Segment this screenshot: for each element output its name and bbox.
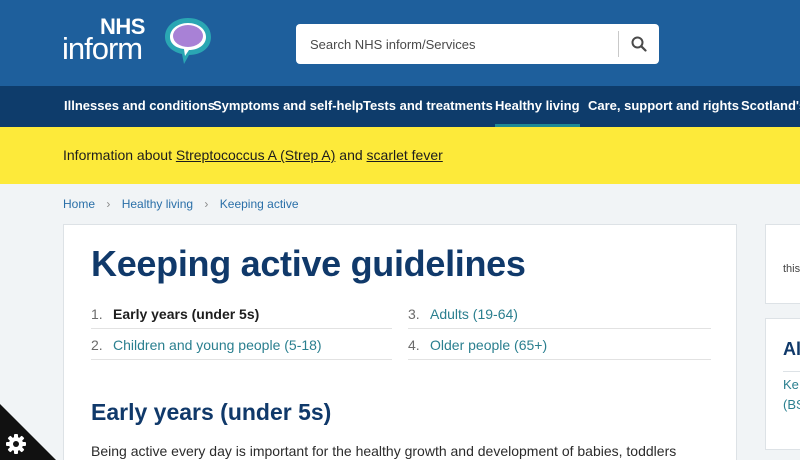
sidebar-link[interactable]: Ke <box>783 377 799 392</box>
toc-number: 3. <box>408 306 420 322</box>
toc-label: Early years (under 5s) <box>113 306 260 322</box>
sidebar-card: this <box>765 224 800 304</box>
main-content-card: Keeping active guidelines 1. Early years… <box>63 224 737 460</box>
page-title: Keeping active guidelines <box>91 243 526 284</box>
alert-banner: Information about Streptococcus A (Strep… <box>0 127 800 184</box>
search-box <box>296 24 659 64</box>
scarlet-fever-link[interactable]: scarlet fever <box>367 147 443 163</box>
alert-text: Information about Streptococcus A (Strep… <box>63 147 443 163</box>
main-nav: Illnesses and conditions Symptoms and se… <box>0 86 800 127</box>
gear-icon <box>6 434 26 454</box>
toc-number: 1. <box>91 306 103 322</box>
nav-item-care-support[interactable]: Care, support and rights <box>588 86 739 127</box>
toc-item-early-years: 1. Early years (under 5s) <box>91 298 392 329</box>
nhs-inform-logo[interactable]: NHS inform <box>62 14 212 66</box>
toc-link[interactable]: Older people (65+) <box>430 337 547 353</box>
toc-number: 2. <box>91 337 103 353</box>
sidebar-card-title: Al <box>783 339 800 359</box>
nav-item-scotlands[interactable]: Scotland's <box>741 86 800 127</box>
speech-bubble-icon <box>165 18 211 64</box>
breadcrumb-healthy-living[interactable]: Healthy living <box>122 197 193 211</box>
cookie-settings-button[interactable] <box>0 404 56 460</box>
nav-item-symptoms[interactable]: Symptoms and self-help <box>213 86 363 127</box>
breadcrumb-home[interactable]: Home <box>63 197 95 211</box>
breadcrumb-keeping-active[interactable]: Keeping active <box>220 197 299 211</box>
toc-item-children[interactable]: 2. Children and young people (5-18) <box>91 329 392 360</box>
strep-a-link[interactable]: Streptococcus A (Strep A) <box>176 147 336 163</box>
toc-item-adults[interactable]: 3. Adults (19-64) <box>408 298 711 329</box>
search-input[interactable] <box>296 24 618 64</box>
sidebar-link[interactable]: (BS <box>783 397 800 412</box>
nav-item-healthy-living[interactable]: Healthy living <box>495 86 580 127</box>
breadcrumb: Home › Healthy living › Keeping active <box>63 197 299 211</box>
toc-link[interactable]: Children and young people (5-18) <box>113 337 322 353</box>
site-header: NHS inform <box>0 0 800 86</box>
search-icon <box>631 36 647 52</box>
search-button[interactable] <box>619 24 659 64</box>
nav-item-tests[interactable]: Tests and treatments <box>363 86 493 127</box>
toc-number: 4. <box>408 337 420 353</box>
logo-inform-text: inform <box>62 31 143 66</box>
sidebar-card-text: this <box>783 263 800 275</box>
nav-item-illnesses[interactable]: Illnesses and conditions <box>64 86 215 127</box>
body-paragraph: Being active every day is important for … <box>91 443 677 459</box>
sidebar-divider <box>783 371 800 372</box>
chevron-right-icon: › <box>106 197 111 211</box>
section-title: Early years (under 5s) <box>91 399 332 425</box>
chevron-right-icon: › <box>204 197 209 211</box>
toc-item-older-people[interactable]: 4. Older people (65+) <box>408 329 711 360</box>
sidebar-related-card: Al Ke (BS <box>765 318 800 450</box>
alert-middle: and <box>335 147 367 163</box>
alert-prefix: Information about <box>63 147 176 163</box>
toc-link[interactable]: Adults (19-64) <box>430 306 518 322</box>
